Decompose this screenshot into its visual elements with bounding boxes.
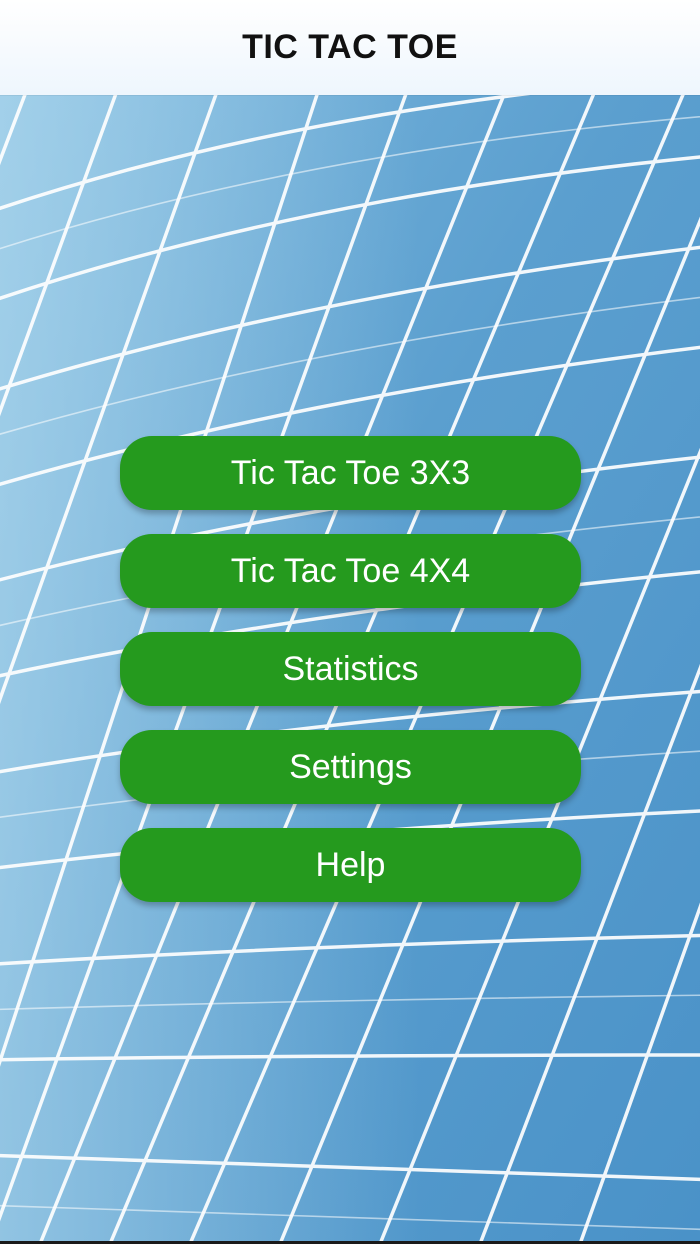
statistics-button[interactable]: Statistics xyxy=(120,632,581,706)
tic-tac-toe-4x4-button[interactable]: Tic Tac Toe 4X4 xyxy=(120,534,581,608)
help-button[interactable]: Help xyxy=(120,828,581,902)
navigation-bar: TIC TAC TOE xyxy=(0,0,700,95)
page-title: TIC TAC TOE xyxy=(242,28,458,66)
tic-tac-toe-3x3-button[interactable]: Tic Tac Toe 3X3 xyxy=(120,436,581,510)
main-menu: Tic Tac Toe 3X3 Tic Tac Toe 4X4 Statisti… xyxy=(120,436,581,926)
settings-button[interactable]: Settings xyxy=(120,730,581,804)
